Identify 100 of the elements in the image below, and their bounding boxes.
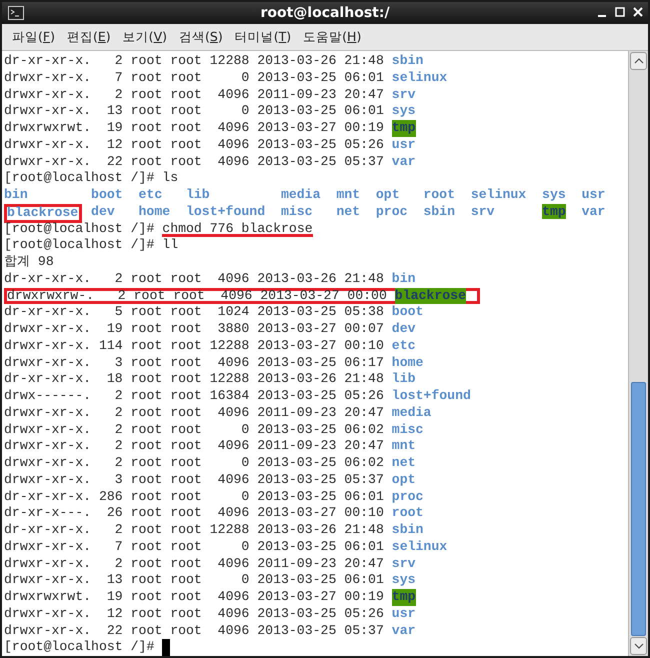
file-name: tmp bbox=[392, 120, 416, 137]
file-name: etc bbox=[138, 187, 162, 202]
file-name: mnt bbox=[392, 438, 416, 455]
menu-item[interactable]: 파일(F) bbox=[6, 28, 61, 46]
listing-text: dr-xr-xr-x. 5 root root 1024 2013-03-25 05:38 bbox=[4, 304, 385, 321]
listing-text: drwxr-xr-x. 22 root root 4096 2013-03-25 05:37 bbox=[4, 622, 385, 640]
file-name: usr bbox=[392, 136, 416, 154]
file-name: bin bbox=[392, 270, 416, 288]
listing-text: drwxr-xr-x. 3 root root 4096 2013-03-25 06:17 bbox=[4, 354, 385, 372]
prompt-text: [root@localhost /]# bbox=[4, 220, 156, 238]
scroll-down-icon[interactable] bbox=[634, 643, 644, 649]
listing-text: dr-xr-x---. 26 root root 4096 2013-03-27 00:10 bbox=[4, 505, 385, 522]
listing-text: drwx------. 2 root root 16384 2013-03-25 05:26 bbox=[4, 388, 385, 405]
prompt-text: [root@localhost /]# bbox=[4, 237, 156, 254]
file-name: sys bbox=[392, 103, 416, 120]
file-name: misc bbox=[280, 204, 313, 219]
command-text: chmod 776 blackrose bbox=[162, 220, 313, 238]
file-name: lib bbox=[392, 371, 416, 388]
listing-text: drwxr-xr-x. 2 root root 4096 2011-09-23 20:47 bbox=[4, 86, 385, 104]
file-name: lost+found bbox=[392, 388, 471, 405]
command-text: ll bbox=[162, 237, 178, 254]
file-name: selinux bbox=[392, 538, 448, 556]
file-name: var bbox=[392, 154, 416, 170]
file-name: sbin bbox=[392, 53, 424, 70]
prompt-text: [root@localhost /]# bbox=[4, 170, 156, 187]
file-name: blackrose bbox=[394, 288, 466, 304]
file-name: dev bbox=[91, 204, 115, 219]
listing-text: drwxr-xr-x. 13 root root 0 2013-03-25 06:01 bbox=[4, 103, 385, 120]
file-name: opt bbox=[392, 472, 416, 488]
menu-item[interactable]: 보기(V) bbox=[116, 28, 174, 46]
listing-text: dr-xr-xr-x. 18 root root 12288 2013-03-26 21:48 bbox=[4, 371, 385, 388]
file-name: boot bbox=[392, 304, 424, 321]
prompt-text: [root@localhost /]# bbox=[4, 639, 156, 656]
file-name: sbin bbox=[423, 204, 456, 219]
file-name: dev bbox=[392, 321, 416, 338]
listing-text: drwxrwxrw-. 2 root root 4096 2013-03-27 00:00 bbox=[7, 288, 388, 304]
listing-text: drwxr-xr-x. 12 root root 4096 2013-03-25 05:26 bbox=[4, 136, 385, 154]
listing-text: dr-xr-xr-x. 2 root root 4096 2013-03-26 21:48 bbox=[4, 270, 385, 288]
listing-text: drwxr-xr-x. 22 root root 4096 2013-03-25 05:37 bbox=[4, 154, 385, 170]
file-name: usr bbox=[392, 606, 416, 622]
listing-text: drwxr-xr-x. 2 root root 4096 2011-09-23 20:47 bbox=[4, 556, 385, 572]
file-name: mnt bbox=[336, 187, 360, 202]
file-name: var bbox=[582, 204, 606, 219]
listing-text: drwxr-xr-x. 13 root root 0 2013-03-25 06:01 bbox=[4, 572, 385, 589]
file-name: home bbox=[392, 354, 424, 372]
listing-text: drwxr-xr-x. 2 root root 0 2013-03-25 06:02 bbox=[4, 455, 385, 472]
listing-text: drwxr-xr-x. 2 root root 4096 2011-09-23 20:47 bbox=[4, 404, 385, 422]
file-name: media bbox=[392, 404, 432, 422]
listing-text: dr-xr-xr-x. 2 root root 12288 2013-03-26 21:48 bbox=[4, 522, 385, 539]
listing-text: drwxr-xr-x. 2 root root 0 2013-03-25 06:02 bbox=[4, 422, 385, 438]
listing-text: drwxr-xr-x. 3 root root 4096 2013-03-25 05:37 bbox=[4, 472, 385, 488]
terminal-icon bbox=[8, 6, 24, 20]
file-name: root bbox=[423, 187, 456, 202]
file-name: srv bbox=[470, 204, 495, 219]
file-name: selinux bbox=[470, 187, 526, 202]
menu-item[interactable]: 도움말(H) bbox=[297, 28, 368, 46]
listing-text: drwxr-xr-x. 114 root root 12288 2013-03-27 00:10 bbox=[4, 338, 385, 354]
listing-text: drwxr-xr-x. 2 root root 4096 2011-09-23 20:47 bbox=[4, 438, 385, 455]
file-name: opt bbox=[376, 187, 400, 202]
file-name: proc bbox=[392, 488, 424, 506]
listing-text: drwxr-xr-x. 12 root root 4096 2013-03-25 05:26 bbox=[4, 606, 385, 622]
maximize-icon[interactable] bbox=[614, 5, 626, 19]
menu-item[interactable]: 검색(S) bbox=[173, 28, 229, 46]
scroll-up-icon[interactable] bbox=[634, 58, 644, 64]
file-name: selinux bbox=[392, 70, 448, 86]
menu-item[interactable]: 터미널(T) bbox=[228, 28, 298, 46]
file-name: srv bbox=[392, 86, 416, 104]
file-name: media bbox=[280, 187, 321, 202]
file-name: lost+found bbox=[186, 204, 266, 219]
listing-text: drwxrwxrwt. 19 root root 4096 2013-03-27 00:19 bbox=[4, 120, 385, 137]
file-name: bin bbox=[4, 187, 28, 202]
file-name: misc bbox=[392, 422, 424, 438]
listing-text: drwxr-xr-x. 7 root root 0 2013-03-25 06:01 bbox=[4, 70, 385, 86]
listing-text: drwxr-xr-x. 7 root root 0 2013-03-25 06:01 bbox=[4, 538, 385, 556]
file-name: sys bbox=[542, 187, 566, 202]
file-name: net bbox=[392, 455, 416, 472]
file-name: sys bbox=[392, 572, 416, 589]
file-name: home bbox=[138, 204, 170, 219]
file-name: lib bbox=[186, 187, 210, 202]
listing-text: drwxr-xr-x. 19 root root 3880 2013-03-27 00:07 bbox=[4, 321, 385, 338]
menu-item[interactable]: 편집(E) bbox=[60, 28, 117, 46]
file-name: blackrose bbox=[7, 204, 78, 220]
close-icon[interactable] bbox=[632, 5, 644, 19]
file-name: net bbox=[336, 204, 360, 219]
file-name: proc bbox=[376, 204, 408, 219]
file-name: srv bbox=[392, 556, 416, 572]
window-title: root@localhost:/ bbox=[260, 4, 390, 23]
file-name: boot bbox=[91, 187, 123, 202]
file-name: root bbox=[392, 505, 424, 522]
file-name: tmp bbox=[542, 204, 566, 219]
listing-text: drwxrwxrwt. 19 root root 4096 2013-03-27 00:19 bbox=[4, 589, 385, 606]
file-name: etc bbox=[392, 338, 416, 354]
file-name: sbin bbox=[392, 522, 424, 539]
output-text: 합계 98 bbox=[4, 254, 54, 271]
command-text: ls bbox=[162, 170, 178, 187]
file-name: tmp bbox=[392, 589, 416, 606]
file-name: var bbox=[392, 622, 416, 640]
listing-text: dr-xr-xr-x. 2 root root 12288 2013-03-26 21:48 bbox=[4, 53, 385, 70]
scrollbar[interactable] bbox=[628, 51, 648, 656]
file-name: usr bbox=[582, 187, 606, 202]
